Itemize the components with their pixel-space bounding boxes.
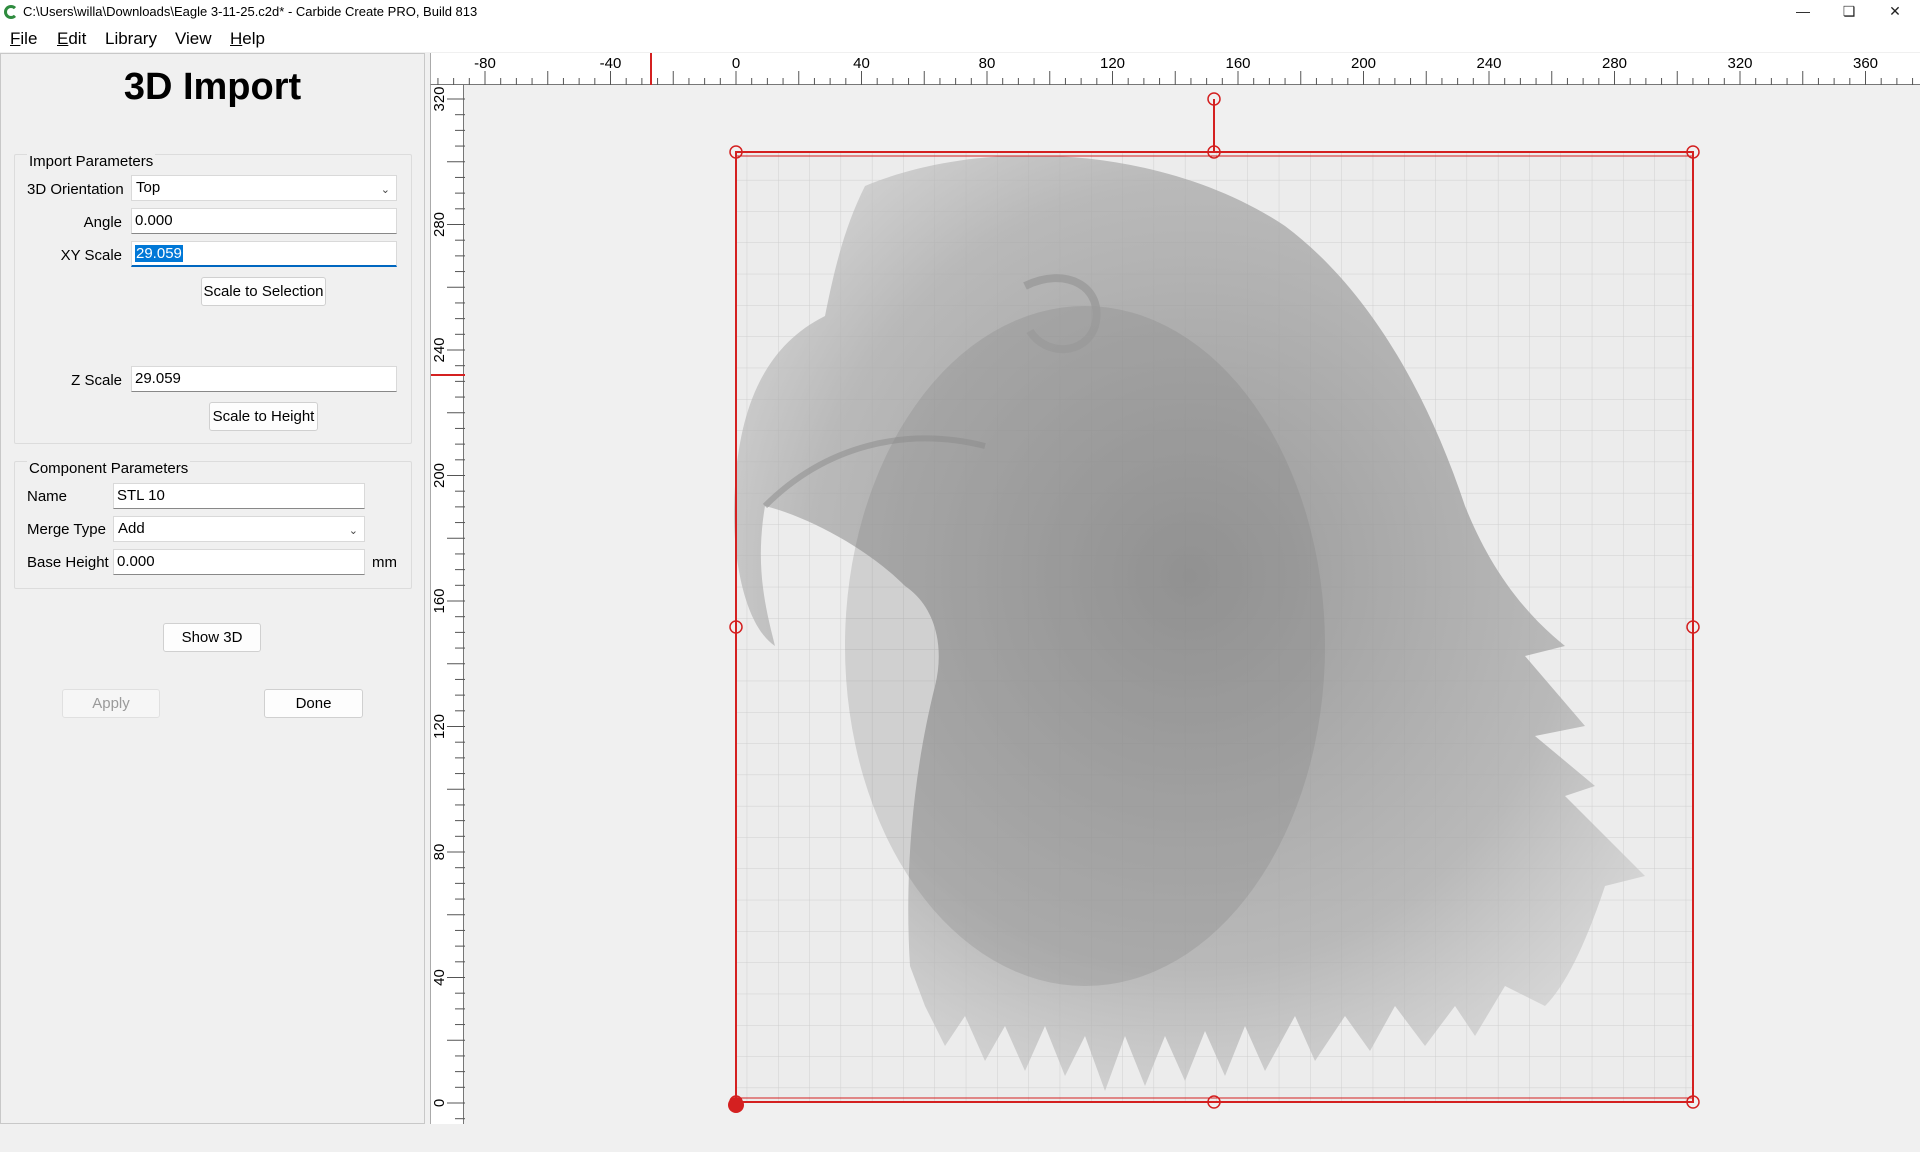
- ruler-label: 0: [732, 55, 740, 72]
- ruler-label: 360: [1853, 55, 1878, 72]
- orientation-value: Top: [136, 179, 161, 196]
- design-canvas[interactable]: [465, 86, 1920, 1124]
- page-title: 3D Import: [123, 66, 302, 108]
- menu-edit[interactable]: Edit: [57, 29, 86, 49]
- ruler-label: 200: [1351, 55, 1376, 72]
- angle-label: Angle: [83, 214, 122, 231]
- ruler-label: 200: [431, 463, 448, 488]
- canvas-svg: [728, 92, 1700, 1113]
- restore-icon[interactable]: ❏: [1826, 0, 1872, 24]
- import-panel: 3D Import Import Parameters 3D Orientati…: [0, 53, 425, 1124]
- title-bar: C:\Users\willa\Downloads\Eagle 3-11-25.c…: [0, 0, 1920, 24]
- window-title: C:\Users\willa\Downloads\Eagle 3-11-25.c…: [23, 4, 478, 19]
- scale-to-selection-button[interactable]: Scale to Selection: [201, 277, 326, 306]
- vertical-ruler-ticks: 320 280 240 200 160 120 80 40 0: [431, 86, 465, 1120]
- chevron-down-icon: ⌄: [380, 184, 390, 196]
- name-input[interactable]: STL 10: [113, 483, 365, 509]
- horizontal-ruler: -80 -40 0 40 80 120 160 200 240 280 320 360: [430, 53, 1920, 85]
- ruler-label: 80: [431, 844, 448, 861]
- group-title: Import Parameters: [27, 153, 156, 170]
- app-logo-icon: [4, 5, 18, 19]
- merge-type-label: Merge Type: [27, 521, 106, 538]
- ruler-label: 0: [431, 1099, 448, 1107]
- minimize-icon[interactable]: —: [1780, 0, 1826, 24]
- menu-view[interactable]: View: [175, 29, 212, 49]
- xy-scale-label: XY Scale: [60, 247, 122, 264]
- ruler-label: 120: [1100, 55, 1125, 72]
- horizontal-ruler-ticks: -80 -40 0 40 80 120 160 200 240 280 320 360: [437, 53, 1914, 85]
- menu-file[interactable]: File: [10, 29, 37, 49]
- orientation-label: 3D Orientation: [27, 181, 124, 198]
- menu-library[interactable]: Library: [105, 29, 157, 49]
- ruler-label: 120: [431, 714, 448, 739]
- group-title: Component Parameters: [27, 460, 191, 477]
- ruler-label: 320: [1727, 55, 1752, 72]
- done-button[interactable]: Done: [264, 689, 363, 718]
- name-label: Name: [27, 488, 68, 505]
- orientation-select[interactable]: Top ⌄: [131, 175, 397, 201]
- ruler-label: 320: [431, 86, 448, 111]
- unit-label: mm: [372, 554, 397, 571]
- apply-button[interactable]: Apply: [62, 689, 160, 718]
- ruler-label: 160: [1225, 55, 1250, 72]
- ruler-label: 280: [1602, 55, 1627, 72]
- ruler-label: -40: [600, 55, 622, 72]
- base-height-label: Base Height: [27, 554, 109, 571]
- angle-input[interactable]: 0.000: [131, 208, 397, 234]
- z-scale-label: Z Scale: [71, 372, 122, 389]
- origin-marker-icon: [728, 1097, 744, 1113]
- xy-scale-input[interactable]: 29.059: [131, 241, 397, 267]
- ruler-label: 40: [431, 969, 448, 986]
- ruler-label: 40: [853, 55, 870, 72]
- ruler-label: -80: [474, 55, 496, 72]
- ruler-label: 160: [431, 588, 448, 613]
- ruler-label: 240: [431, 337, 448, 362]
- chevron-down-icon: ⌄: [348, 525, 358, 537]
- xy-scale-selected-text: 29.059: [135, 245, 183, 262]
- menu-help[interactable]: Help: [230, 29, 265, 49]
- ruler-label: 280: [431, 212, 448, 237]
- vertical-ruler: 320 280 240 200 160 120 80 40 0: [430, 85, 465, 1124]
- scale-to-height-button[interactable]: Scale to Height: [209, 402, 318, 431]
- show-3d-button[interactable]: Show 3D: [163, 623, 261, 652]
- close-icon[interactable]: ✕: [1872, 0, 1918, 24]
- status-bar: [0, 1124, 1920, 1152]
- z-scale-input[interactable]: 29.059: [131, 366, 397, 392]
- merge-type-value: Add: [118, 520, 145, 537]
- ruler-label: 80: [979, 55, 996, 72]
- menu-bar: File Edit Library View Help: [0, 24, 1920, 52]
- merge-type-select[interactable]: Add ⌄: [113, 516, 365, 542]
- base-height-input[interactable]: 0.000: [113, 549, 365, 575]
- ruler-label: 240: [1476, 55, 1501, 72]
